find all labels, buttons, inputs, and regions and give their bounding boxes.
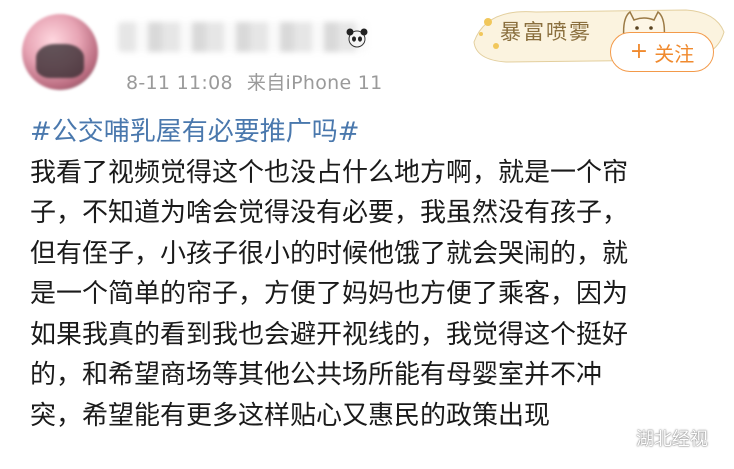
post-text-line: 但有侄子，小孩子很小的时候他饿了就会哭闹的，就 <box>30 238 629 269</box>
post-timestamp: 8-11 11:08 <box>126 72 233 94</box>
follow-button[interactable]: + 关注 <box>610 32 714 72</box>
sticker-text: 暴富喷雾 <box>500 20 592 44</box>
panda-icon <box>346 28 368 48</box>
watermark-text: 湖北经视 <box>636 429 708 450</box>
watermark: 湖北经视 <box>608 425 708 451</box>
post-text-line: 如果我真的看到我也会避开视线的，我觉得这个挺好 <box>30 319 629 350</box>
wechat-icon <box>608 429 630 446</box>
username-blurred[interactable] <box>118 22 368 52</box>
post-meta: 8-11 11:08 来自iPhone 11 <box>126 68 383 95</box>
post-text-line: 是一个简单的帘子，方便了妈妈也方便了乘客，因为 <box>30 279 629 309</box>
follow-label: 关注 <box>654 41 695 66</box>
topic-hashtag[interactable]: #公交哺乳屋有必要推广吗# <box>30 112 720 153</box>
post-source: 来自iPhone 11 <box>246 72 383 94</box>
avatar[interactable] <box>22 14 98 90</box>
post-text-line: 的，和希望商场等其他公共场所能有母婴室并不冲 <box>30 360 603 390</box>
post-content: #公交哺乳屋有必要推广吗# 我看了视频觉得这个也没占什么地方啊，就是一个帘 子，… <box>30 112 720 436</box>
plus-icon: + <box>629 39 649 64</box>
post-text-line: 我看了视频觉得这个也没占什么地方啊，就是一个帘 <box>30 157 629 188</box>
post-text-line: 子，不知道为啥会觉得没有必要，我虽然没有孩子， <box>30 198 629 228</box>
